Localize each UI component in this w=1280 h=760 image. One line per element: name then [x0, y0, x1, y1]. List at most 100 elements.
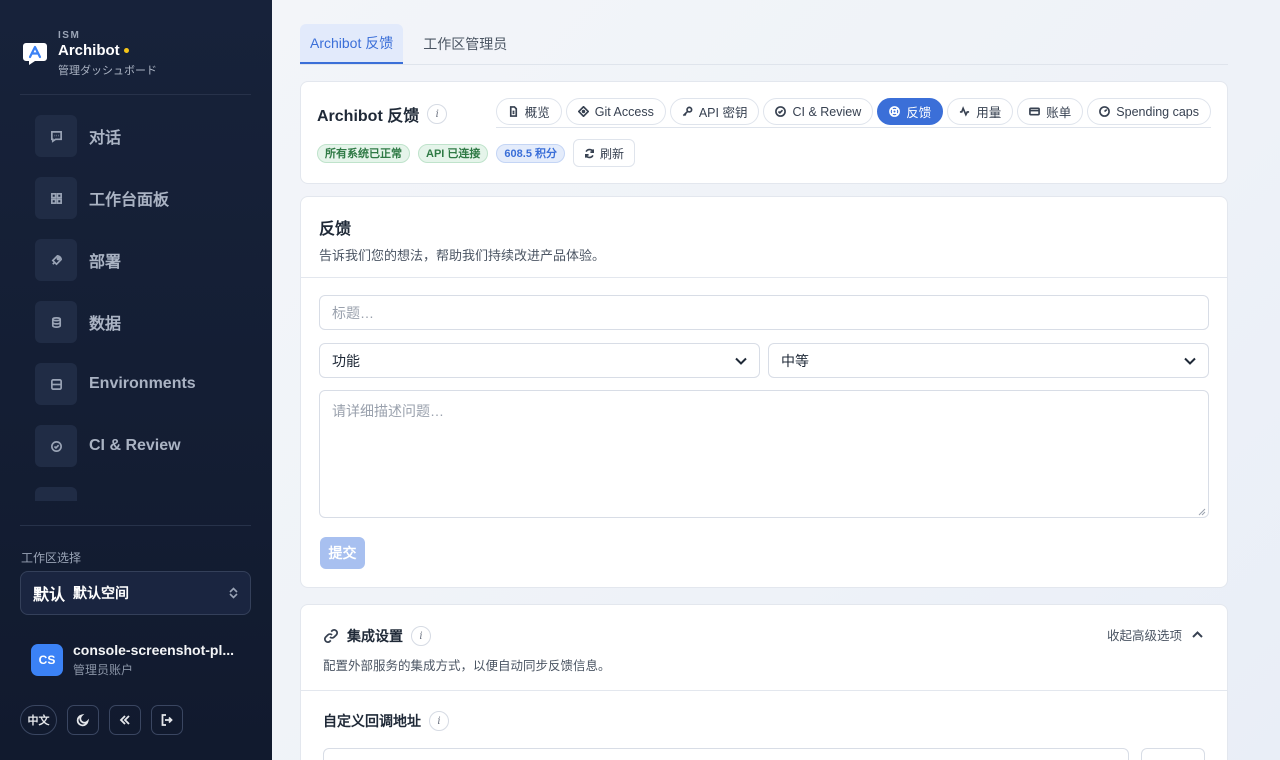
status-dot [123, 48, 129, 53]
integration-title-text: 集成设置 [347, 628, 403, 644]
avatar: CS [31, 644, 63, 676]
tab-workspace-admin[interactable]: 工作区管理员 [413, 24, 517, 64]
feedback-card: 反馈 告诉我们您的想法，帮助我们持续改进产品体验。 功能 中等 提交 [300, 196, 1228, 588]
console-tab-label: Spending caps [1116, 104, 1199, 119]
server-icon [35, 363, 77, 405]
console-tab-label: CI & Review [792, 104, 862, 119]
callback-url-input[interactable] [323, 748, 1129, 760]
advanced-options-toggle[interactable]: 收起高级选项 [1107, 625, 1203, 644]
lifebuoy-icon [889, 106, 901, 117]
info-icon[interactable]: i [429, 711, 449, 731]
sidebar-item-ci-review[interactable]: CI & Review [20, 425, 251, 467]
chevrons-left-icon [119, 715, 130, 725]
feedback-priority-value: 中等 [781, 352, 809, 369]
main-content: Archibot 反馈 工作区管理员 Archibot 反馈 i 概览 Git … [272, 0, 1280, 760]
refresh-label: 刷新 [600, 146, 625, 161]
sidebar-item-label: 工作台面板 [89, 192, 170, 209]
console-tab-spending-caps[interactable]: Spending caps [1087, 98, 1211, 125]
workspace-flag: 默认 [33, 587, 66, 604]
chevron-down-icon [1184, 357, 1196, 365]
git-icon [577, 106, 589, 117]
rocket-icon [35, 239, 77, 281]
sidebar-item-workspace[interactable]: 工作台面板 [20, 177, 251, 219]
status-badge-systems: 所有系统已正常 [317, 143, 410, 163]
activity-icon [960, 106, 970, 117]
feedback-description: 告诉我们您的想法，帮助我们持续改进产品体验。 [319, 248, 606, 263]
tab-archibot-feedback[interactable]: Archibot 反馈 [300, 24, 404, 64]
user-profile[interactable]: CS console-screenshot-pl... 管理员账户 [31, 642, 241, 678]
sidebar-nav: 对话 工作台面板 部署 数据 Environments CI & Review [20, 115, 251, 501]
brand[interactable]: ISM Archibot 管理ダッシュボード [22, 30, 157, 78]
integration-card-header: 集成设置 i 配置外部服务的集成方式，以便自动同步反馈信息。 收起高级选项 [301, 605, 1227, 691]
feedback-category-select[interactable]: 功能 [319, 343, 760, 378]
console-tab-api-keys[interactable]: API 密钥 [669, 98, 760, 125]
sidebar-actions: 中文 [20, 705, 183, 735]
integration-card: 集成设置 i 配置外部服务的集成方式，以便自动同步反馈信息。 收起高级选项 自定… [300, 604, 1228, 760]
logout-icon [161, 714, 173, 726]
status-badge-api: API 已连接 [418, 143, 489, 163]
sidebar-divider [20, 525, 251, 526]
language-button[interactable]: 中文 [20, 705, 57, 735]
console-tab-label: 账单 [1046, 106, 1072, 120]
sidebar-item-more[interactable] [20, 487, 251, 501]
sidebar-item-label: 数据 [89, 316, 122, 333]
sidebar: ISM Archibot 管理ダッシュボード 对话 工作台面板 部署 数据 En… [0, 0, 272, 760]
feedback-category-value: 功能 [332, 352, 360, 369]
console-tab-label: 反馈 [906, 106, 932, 120]
feedback-body-textarea[interactable] [319, 390, 1209, 518]
brand-name-text: Archibot [58, 42, 120, 59]
advanced-options-label: 收起高级选项 [1106, 629, 1182, 643]
sidebar-item-label: 部署 [89, 254, 122, 271]
user-role: 管理员账户 [73, 663, 134, 677]
sidebar-item-chat[interactable]: 对话 [20, 115, 251, 157]
callback-url-title: 自定义回调地址 [323, 713, 421, 729]
console-tab-label: API 密钥 [698, 106, 748, 120]
sidebar-item-label: 对话 [89, 130, 122, 147]
workspace-name: 默认空间 [73, 585, 130, 601]
page-tabs: Archibot 反馈 工作区管理员 [300, 24, 1228, 65]
console-tab-label: Git Access [594, 104, 654, 119]
chat-icon [35, 115, 77, 157]
status-badges: 所有系统已正常 API 已连接 608.5 积分 刷新 [317, 139, 636, 167]
archibot-logo-icon [23, 43, 47, 65]
brand-subtitle: 管理ダッシュボード [58, 65, 157, 77]
gauge-icon [1099, 106, 1111, 117]
credits-badge: 608.5 积分 [496, 143, 565, 163]
feedback-priority-select[interactable]: 中等 [768, 343, 1209, 378]
console-tab-usage[interactable]: 用量 [947, 98, 1014, 125]
chevron-down-icon [735, 357, 747, 365]
sidebar-item-environments[interactable]: Environments [20, 363, 251, 405]
link-icon [324, 629, 338, 643]
console-tab-billing[interactable]: 账单 [1017, 98, 1084, 125]
info-icon[interactable]: i [427, 104, 448, 124]
logout-button[interactable] [151, 705, 183, 735]
resize-handle-icon[interactable] [1197, 507, 1206, 516]
console-tab-ci-review[interactable]: CI & Review [763, 98, 874, 125]
collapse-sidebar-button[interactable] [109, 705, 141, 735]
page-title-text: Archibot 反馈 [317, 108, 420, 125]
feedback-title-input[interactable] [319, 295, 1209, 330]
integration-description: 配置外部服务的集成方式，以便自动同步反馈信息。 [323, 659, 611, 673]
check-circle-icon [35, 425, 77, 467]
callback-url-button[interactable] [1141, 748, 1205, 760]
console-tab-git-access[interactable]: Git Access [565, 98, 666, 125]
grid-icon [35, 177, 77, 219]
console-header-card: Archibot 反馈 i 概览 Git Access API 密钥 CI & … [300, 81, 1228, 184]
integration-title: 集成设置 i [323, 626, 431, 646]
refresh-button[interactable]: 刷新 [573, 139, 636, 167]
info-icon[interactable]: i [411, 626, 431, 646]
submit-button[interactable]: 提交 [320, 537, 365, 569]
sidebar-item-data[interactable]: 数据 [20, 301, 251, 343]
moon-icon [76, 713, 90, 727]
file-icon [509, 106, 517, 117]
theme-toggle-button[interactable] [67, 705, 99, 735]
workspace-select[interactable]: 默认 默认空间 [20, 571, 251, 615]
console-tabs: 概览 Git Access API 密钥 CI & Review 反馈 用量 账… [495, 98, 1211, 128]
feedback-card-header: 反馈 告诉我们您的想法，帮助我们持续改进产品体验。 [301, 197, 1227, 278]
console-tab-overview[interactable]: 概览 [495, 98, 562, 125]
sidebar-item-deploy[interactable]: 部署 [20, 239, 251, 281]
console-tab-feedback[interactable]: 反馈 [877, 98, 944, 125]
sidebar-divider [20, 94, 251, 95]
page-title: Archibot 反馈 i [317, 102, 448, 126]
user-name: console-screenshot-pl... [73, 642, 235, 658]
